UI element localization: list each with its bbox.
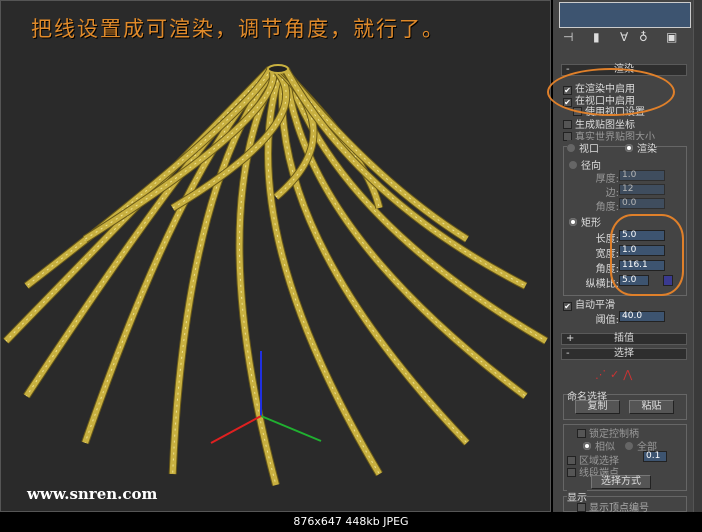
perspective-viewport[interactable]: 把线设置成可渲染，调节角度，就行了。 www.snren.com xyxy=(0,0,551,512)
viewport-radio[interactable]: 视口 xyxy=(567,140,599,155)
subobject-level-icons[interactable]: ⋰✓⋀ xyxy=(595,368,636,381)
hammer-icon[interactable]: ♁ xyxy=(639,30,648,44)
gizmo-y-axis[interactable] xyxy=(260,415,322,442)
object-name-box[interactable] xyxy=(559,2,691,28)
apex-ring xyxy=(267,64,289,74)
rollout-interpolation[interactable]: + 插值 xyxy=(561,333,687,345)
copy-button[interactable]: 复制 xyxy=(575,400,620,414)
gizmo-x-axis[interactable] xyxy=(210,415,262,444)
watermark: www.snren.com xyxy=(27,485,158,503)
area-selection-input[interactable]: 0.1 xyxy=(643,451,667,462)
sides-label: 边: xyxy=(605,188,619,199)
display-icon[interactable]: ▣ xyxy=(666,30,677,44)
similar-radio[interactable]: 相似 xyxy=(583,438,615,453)
pin-icon[interactable]: ⊣ xyxy=(563,30,573,44)
rollout-selection[interactable]: - 选择 xyxy=(561,348,687,360)
renderer-radio[interactable]: 渲染 xyxy=(625,140,657,155)
thickness-input[interactable]: 1.0 xyxy=(619,170,665,181)
radial-angle-label: 角度: xyxy=(595,202,619,213)
wireframe-model xyxy=(3,64,549,487)
paste-button[interactable]: 粘贴 xyxy=(629,400,674,414)
thickness-label: 厚度: xyxy=(595,174,619,185)
panel-scrollbar[interactable] xyxy=(693,0,702,512)
annotation-ellipse-top xyxy=(547,68,675,116)
funnel-icon[interactable]: ∀ xyxy=(620,30,628,44)
rectangular-radio[interactable]: 矩形 xyxy=(569,214,601,229)
auto-smooth-checkbox[interactable]: ✔ 自动平滑 xyxy=(563,296,615,311)
caption-text: 把线设置成可渲染，调节角度，就行了。 xyxy=(31,17,445,41)
sides-input[interactable]: 12 xyxy=(619,184,665,195)
stack-icon[interactable]: ▮ xyxy=(593,30,600,44)
select-by-button[interactable]: 选择方式 xyxy=(591,475,651,489)
annotation-ellipse-rect xyxy=(610,214,684,296)
radial-angle-input[interactable]: 0.0 xyxy=(619,198,665,209)
threshold-input[interactable]: 40.0 xyxy=(619,311,665,322)
image-status-bar: 876x647 448kb JPEG xyxy=(0,512,702,532)
threshold-label: 阈值: xyxy=(595,315,619,326)
